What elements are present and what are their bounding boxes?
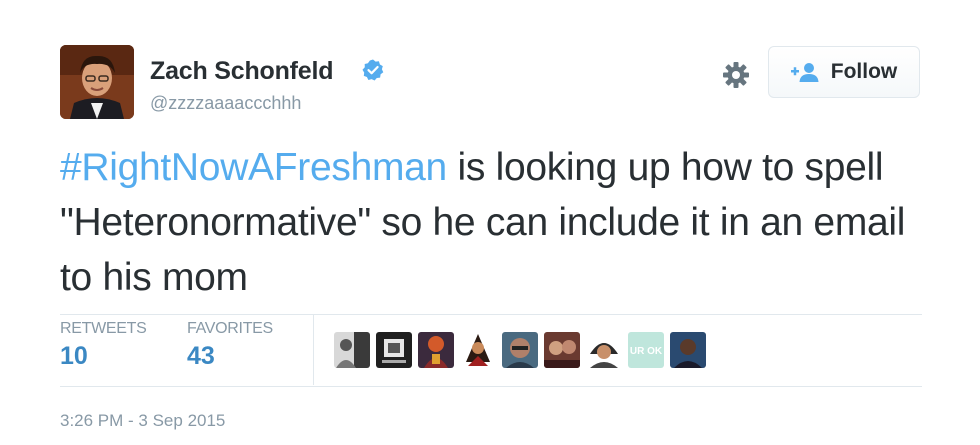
follow-user-plus-icon [790, 63, 819, 82]
favoriter-avatar-4[interactable] [460, 332, 496, 368]
favoriter-avatars: UR OK [334, 332, 706, 368]
favoriter-avatar-8-text: UR OK [630, 346, 663, 357]
stats-divider [313, 315, 314, 385]
verified-badge-icon [362, 59, 384, 81]
favoriter-avatar-3-icon [418, 332, 454, 368]
favorites-label: FAVORITES [187, 320, 273, 337]
favoriter-avatar-7-icon [586, 332, 622, 368]
retweets-label: RETWEETS [60, 320, 147, 337]
tweet-text: #RightNowAFreshman is looking up how to … [60, 140, 940, 305]
divider-bottom [60, 386, 922, 387]
author-name[interactable]: Zach Schonfeld [150, 57, 334, 86]
favoriter-avatar-9[interactable] [670, 332, 706, 368]
favoriter-avatar-1-icon [334, 332, 370, 368]
favoriter-avatar-9-icon [670, 332, 706, 368]
favoriter-avatar-7[interactable] [586, 332, 622, 368]
follow-button[interactable]: Follow [768, 46, 920, 98]
favoriter-avatar-4-icon [460, 332, 496, 368]
favorites-count: 43 [187, 342, 215, 370]
divider-top [60, 314, 922, 315]
favorites-stat[interactable]: FAVORITES 43 [187, 320, 273, 371]
gear-icon[interactable] [721, 60, 751, 90]
favoriter-avatar-8-icon: UR OK [628, 332, 664, 368]
author-handle[interactable]: @zzzzaaaaccchhh [150, 93, 301, 114]
favoriter-avatar-2[interactable] [376, 332, 412, 368]
retweets-stat[interactable]: RETWEETS 10 [60, 320, 147, 371]
favoriter-avatar-5-icon [502, 332, 538, 368]
favoriter-avatar-3[interactable] [418, 332, 454, 368]
hashtag-link[interactable]: #RightNowAFreshman [60, 146, 447, 189]
user-avatar-photo-icon [60, 45, 134, 119]
favoriter-avatar-6-icon [544, 332, 580, 368]
favoriter-avatar-5[interactable] [502, 332, 538, 368]
author-avatar[interactable] [60, 45, 134, 119]
retweets-count: 10 [60, 342, 88, 370]
follow-label: Follow [830, 60, 898, 83]
favoriter-avatar-8[interactable]: UR OK [628, 332, 664, 368]
favoriter-avatar-6[interactable] [544, 332, 580, 368]
favoriter-avatar-1[interactable] [334, 332, 370, 368]
favoriter-avatar-2-icon [376, 332, 412, 368]
tweet-timestamp[interactable]: 3:26 PM - 3 Sep 2015 [60, 411, 225, 431]
